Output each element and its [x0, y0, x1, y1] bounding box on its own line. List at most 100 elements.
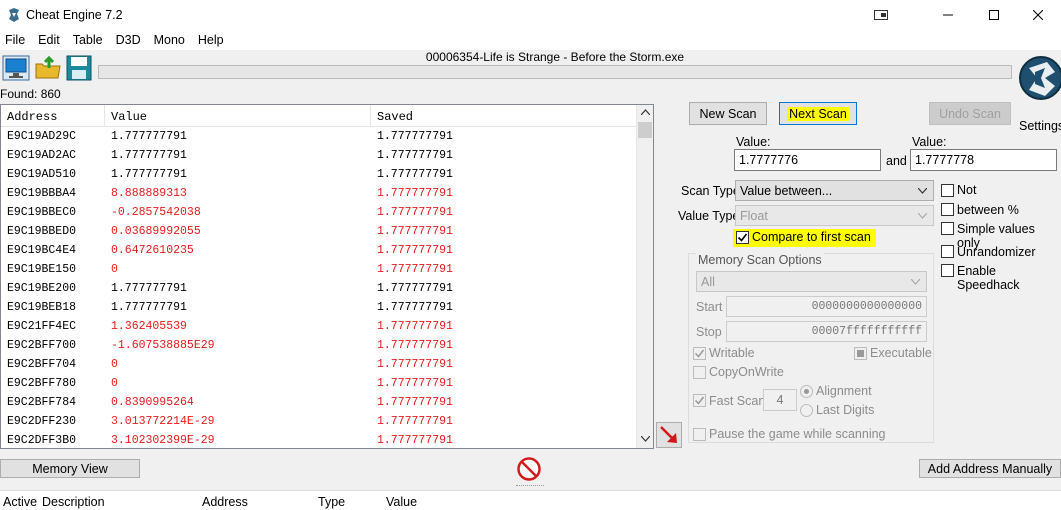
column-header-address[interactable]: Address: [1, 105, 105, 126]
menu-table[interactable]: Table: [73, 33, 110, 47]
column-header-value[interactable]: Value: [105, 105, 371, 126]
maximize-button[interactable]: [971, 0, 1017, 30]
result-value: 1.777777791: [111, 301, 187, 314]
unrandomizer-checkbox[interactable]: [941, 245, 954, 258]
result-row[interactable]: E9C19BBED0 0.03689992055 1.777777791: [1, 222, 637, 241]
stop-address-input[interactable]: 00007fffffffffff: [726, 321, 927, 342]
open-process-button[interactable]: [1, 54, 31, 82]
menu-mono[interactable]: Mono: [154, 33, 192, 47]
not-label[interactable]: Not: [957, 183, 976, 197]
column-active[interactable]: Active: [3, 495, 37, 509]
result-row[interactable]: E9C19BE150 0 1.777777791: [1, 260, 637, 279]
value-input-1[interactable]: 1.7777776: [734, 149, 881, 171]
compare-first-scan-checkbox[interactable]: [736, 231, 749, 244]
floppy-disk-icon: [66, 55, 92, 81]
fast-scan-alignment-input[interactable]: 4: [763, 389, 797, 411]
restore-layout-button[interactable]: [858, 0, 904, 30]
menu-help[interactable]: Help: [198, 33, 231, 47]
result-row[interactable]: E9C2DFF3B0 3.102302399E-29 1.777777791: [1, 431, 637, 450]
result-row[interactable]: E9C2DFF230 3.013772214E-29 1.777777791: [1, 412, 637, 431]
add-address-manually-button[interactable]: Add Address Manually: [919, 459, 1061, 478]
result-row[interactable]: E9C19BBEC0 -0.2857542038 1.777777791: [1, 203, 637, 222]
copy-on-write-checkbox[interactable]: [693, 366, 706, 379]
menu-edit[interactable]: Edit: [38, 33, 67, 47]
result-value: 0: [111, 377, 118, 390]
column-description[interactable]: Description: [42, 495, 105, 509]
result-row[interactable]: E9C2BFF700 -1.607538885E29 1.777777791: [1, 336, 637, 355]
next-scan-button[interactable]: Next Scan: [779, 102, 857, 125]
memory-region-select[interactable]: All: [696, 271, 927, 292]
column-header-saved[interactable]: Saved: [371, 105, 637, 126]
pause-game-label[interactable]: Pause the game while scanning: [709, 427, 886, 441]
chevron-down-icon: [918, 188, 927, 194]
scan-results-list[interactable]: Address Value Saved E9C19AD29C 1.77777779…: [0, 104, 654, 449]
result-row[interactable]: E9C19AD510 1.777777791 1.777777791: [1, 165, 637, 184]
result-saved: 1.777777791: [377, 434, 453, 447]
column-value[interactable]: Value: [386, 495, 417, 509]
result-saved: 1.777777791: [377, 130, 453, 143]
executable-checkbox[interactable]: [854, 347, 867, 360]
column-type[interactable]: Type: [318, 495, 345, 509]
result-value: 0.8390995264: [111, 396, 194, 409]
splitter-grip[interactable]: [516, 485, 544, 488]
simple-values-checkbox[interactable]: [941, 222, 954, 235]
scroll-down-icon[interactable]: [641, 436, 650, 442]
value-input-2[interactable]: 1.7777778: [910, 149, 1057, 171]
result-row[interactable]: E9C19AD2AC 1.777777791 1.777777791: [1, 146, 637, 165]
result-row[interactable]: E9C2BFF784 0.8390995264 1.777777791: [1, 393, 637, 412]
start-address-input[interactable]: 0000000000000000: [726, 296, 927, 317]
scan-type-select[interactable]: Value between...: [735, 180, 934, 201]
alignment-label[interactable]: Alignment: [816, 384, 872, 398]
red-arrow-icon: [660, 426, 677, 443]
clear-list-button[interactable]: [516, 456, 542, 482]
settings-logo-button[interactable]: [1017, 54, 1061, 104]
result-saved: 1.777777791: [377, 244, 453, 257]
result-row[interactable]: E9C19BC4E4 0.6472610235 1.777777791: [1, 241, 637, 260]
memory-view-button[interactable]: Memory View: [0, 459, 140, 478]
last-digits-radio[interactable]: [800, 404, 813, 417]
checkmark-icon: [694, 396, 705, 405]
close-button[interactable]: [1015, 0, 1061, 30]
menu-d3d[interactable]: D3D: [116, 33, 148, 47]
add-to-list-button[interactable]: [656, 422, 682, 448]
minimize-button[interactable]: [925, 0, 971, 30]
pause-game-checkbox[interactable]: [693, 428, 706, 441]
alignment-radio[interactable]: [800, 385, 813, 398]
unrandomizer-label[interactable]: Unrandomizer: [957, 245, 1036, 259]
between-percent-checkbox[interactable]: [941, 203, 954, 216]
undo-scan-button[interactable]: Undo Scan: [929, 102, 1011, 125]
compare-first-scan-label[interactable]: Compare to first scan: [752, 230, 871, 244]
result-row[interactable]: E9C19BE200 1.777777791 1.777777791: [1, 279, 637, 298]
result-saved: 1.777777791: [377, 339, 453, 352]
speedhack-checkbox[interactable]: [941, 264, 954, 277]
cheat-engine-logo-icon: [1019, 56, 1061, 100]
result-row[interactable]: E9C2BFF780 0 1.777777791: [1, 374, 637, 393]
save-button[interactable]: [64, 54, 94, 82]
scroll-up-icon[interactable]: [641, 109, 650, 115]
writable-checkbox[interactable]: [693, 347, 706, 360]
fast-scan-checkbox[interactable]: [693, 394, 706, 407]
last-digits-label[interactable]: Last Digits: [816, 403, 874, 417]
fast-scan-label[interactable]: Fast Scan: [709, 394, 765, 408]
result-row[interactable]: E9C19BEB18 1.777777791 1.777777791: [1, 298, 637, 317]
not-checkbox[interactable]: [941, 184, 954, 197]
speedhack-label[interactable]: Enable Speedhack: [957, 264, 1061, 292]
scrollbar-thumb[interactable]: [638, 122, 652, 138]
copy-on-write-label[interactable]: CopyOnWrite: [709, 365, 784, 379]
checkmark-icon: [737, 233, 748, 242]
result-row[interactable]: E9C2BFF704 0 1.777777791: [1, 355, 637, 374]
settings-label[interactable]: Settings: [1019, 119, 1061, 133]
open-file-button[interactable]: [33, 54, 63, 82]
new-scan-button[interactable]: New Scan: [689, 102, 767, 125]
result-row[interactable]: E9C19AD29C 1.777777791 1.777777791: [1, 127, 637, 146]
between-percent-label[interactable]: between %: [957, 203, 1019, 217]
menu-file[interactable]: File: [5, 33, 32, 47]
executable-label[interactable]: Executable: [870, 346, 932, 360]
column-address[interactable]: Address: [202, 495, 248, 509]
result-address: E9C2DFF230: [7, 415, 77, 428]
value-type-select[interactable]: Float: [735, 205, 934, 226]
results-scrollbar[interactable]: [636, 105, 653, 448]
result-row[interactable]: E9C19BBBA4 8.888889313 1.777777791: [1, 184, 637, 203]
writable-label[interactable]: Writable: [709, 346, 755, 360]
result-row[interactable]: E9C21FF4EC 1.362405539 1.777777791: [1, 317, 637, 336]
